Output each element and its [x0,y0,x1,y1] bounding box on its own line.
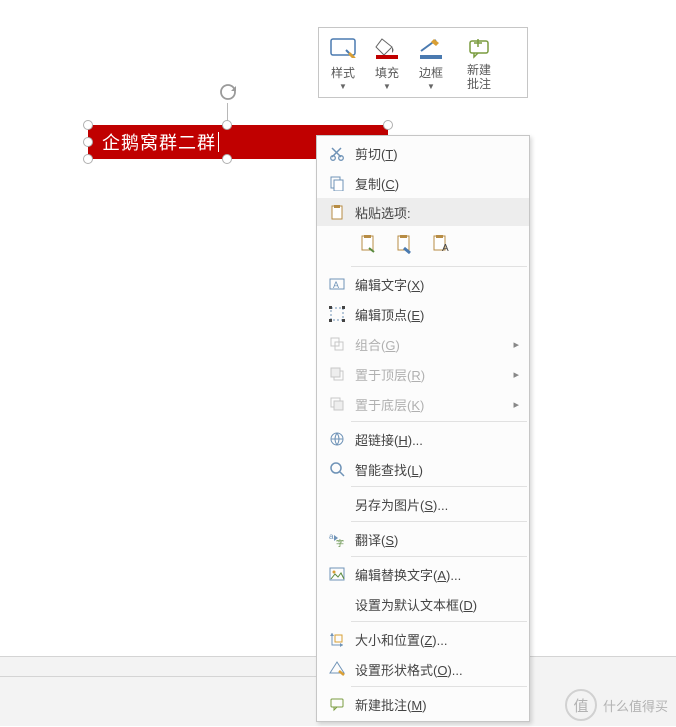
menu-alt-text[interactable]: 编辑替换文字(A)... [317,559,529,589]
menu-hyperlink[interactable]: 超链接(H)... [317,424,529,454]
chevron-down-icon: ▼ [383,82,391,91]
hyperlink-icon [323,431,351,447]
new-comment-label: 新建 批注 [467,64,491,90]
textbox-text: 企鹅窝群二群 [102,129,216,155]
border-icon [415,34,447,62]
chevron-down-icon: ▼ [339,82,347,91]
separator [351,621,527,622]
menu-bring-front: 置于顶层(R) ▸ [317,359,529,389]
watermark-icon: 值 [565,689,597,721]
resize-handle-tm[interactable] [222,120,232,130]
group-icon [323,336,351,352]
watermark: 值 什么值得买 [565,689,668,721]
menu-new-comment-label: 新建批注(M) [351,695,529,714]
menu-paste-label: 粘贴选项: [351,203,529,222]
style-icon [327,34,359,62]
style-dropdown[interactable]: 样式 ▼ [321,33,365,93]
menu-format-shape-label: 设置形状格式(O)... [351,660,529,679]
cut-icon [323,145,351,161]
separator [351,266,527,267]
copy-icon [323,175,351,191]
menu-smart-lookup[interactable]: 智能查找(L) [317,454,529,484]
style-label: 样式 [331,64,355,81]
fill-label: 填充 [375,64,399,81]
menu-edit-text-label: 编辑文字(X) [351,275,529,294]
svg-text:A: A [442,243,449,254]
menu-size-pos-label: 大小和位置(Z)... [351,630,529,649]
chevron-right-icon: ▸ [513,368,519,381]
translate-icon: a字 [323,531,351,547]
separator [351,686,527,687]
separator [351,556,527,557]
text-cursor [218,132,219,152]
menu-cut[interactable]: 剪切(T) [317,138,529,168]
paste-options-row: A [317,226,529,264]
format-shape-icon [323,661,351,677]
separator [351,521,527,522]
svg-text:A: A [333,280,339,290]
menu-size-position[interactable]: 大小和位置(Z)... [317,624,529,654]
new-comment-button[interactable]: 新建 批注 [453,33,505,93]
menu-set-default-label: 设置为默认文本框(D) [351,595,529,614]
border-label: 边框 [419,64,443,81]
menu-copy-label: 复制(C) [351,174,529,193]
bring-front-icon [323,366,351,382]
resize-handle-bm[interactable] [222,154,232,164]
menu-send-back: 置于底层(K) ▸ [317,389,529,419]
border-dropdown[interactable]: 边框 ▼ [409,33,453,93]
edit-text-icon: A [323,276,351,292]
menu-set-default-textbox[interactable]: 设置为默认文本框(D) [317,589,529,619]
chevron-down-icon: ▼ [427,82,435,91]
chevron-right-icon: ▸ [513,338,519,351]
alt-text-icon [323,566,351,582]
menu-smart-lookup-label: 智能查找(L) [351,460,529,479]
divider [0,676,316,677]
svg-text:a: a [329,532,334,541]
size-pos-icon [323,631,351,647]
paste-option-3[interactable]: A [427,230,455,258]
comment-icon [323,696,351,712]
menu-format-shape[interactable]: 设置形状格式(O)... [317,654,529,684]
menu-new-comment[interactable]: 新建批注(M) [317,689,529,719]
resize-handle-bl[interactable] [83,154,93,164]
menu-bring-front-label: 置于顶层(R) [351,365,529,384]
chevron-right-icon: ▸ [513,398,519,411]
context-menu: 剪切(T) 复制(C) 粘贴选项: A A 编辑文字(X) 编辑顶点(E) 组合… [316,135,530,722]
resize-handle-tr[interactable] [383,120,393,130]
menu-group: 组合(G) ▸ [317,329,529,359]
menu-save-as-pic-label: 另存为图片(S)... [351,495,529,514]
fill-dropdown[interactable]: 填充 ▼ [365,33,409,93]
rotation-handle[interactable] [219,83,237,101]
menu-copy[interactable]: 复制(C) [317,168,529,198]
paste-option-2[interactable] [391,230,419,258]
mini-toolbar: 样式 ▼ 填充 ▼ 边框 ▼ 新建 批注 [318,27,528,98]
smart-lookup-icon [323,461,351,477]
menu-edit-text[interactable]: A 编辑文字(X) [317,269,529,299]
menu-send-back-label: 置于底层(K) [351,395,529,414]
comment-icon [463,34,495,62]
menu-paste-header: 粘贴选项: [317,198,529,226]
menu-translate-label: 翻译(S) [351,530,529,549]
edit-points-icon [323,306,351,322]
separator [351,421,527,422]
svg-text:字: 字 [336,538,344,547]
watermark-text: 什么值得买 [603,696,668,715]
resize-handle-tl[interactable] [83,120,93,130]
paste-icon [323,204,351,220]
paste-option-1[interactable] [355,230,383,258]
menu-edit-points[interactable]: 编辑顶点(E) [317,299,529,329]
resize-handle-ml[interactable] [83,137,93,147]
send-back-icon [323,396,351,412]
menu-save-as-pic[interactable]: 另存为图片(S)... [317,489,529,519]
menu-hyperlink-label: 超链接(H)... [351,430,529,449]
menu-translate[interactable]: a字 翻译(S) [317,524,529,554]
menu-cut-label: 剪切(T) [351,144,529,163]
menu-edit-points-label: 编辑顶点(E) [351,305,529,324]
menu-alt-text-label: 编辑替换文字(A)... [351,565,529,584]
menu-group-label: 组合(G) [351,335,529,354]
fill-icon [371,34,403,62]
separator [351,486,527,487]
